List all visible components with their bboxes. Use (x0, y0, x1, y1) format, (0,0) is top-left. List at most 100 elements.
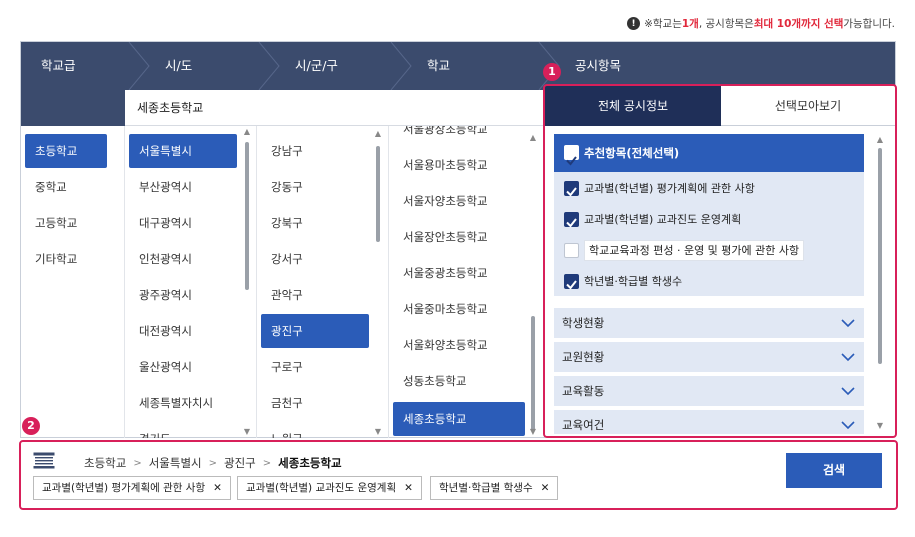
category-student-status[interactable]: 학생현황 (554, 308, 864, 338)
school-item[interactable]: 서울중광초등학교 (393, 256, 525, 290)
school-item[interactable]: 서울자양초등학교 (393, 184, 525, 218)
remove-chip-icon[interactable]: ✕ (213, 482, 222, 494)
chevron-down-icon (841, 421, 855, 430)
category-education-conditions[interactable]: 교육여건 (554, 410, 864, 434)
selected-item-chip: 학년별·학급별 학생수 ✕ (430, 476, 559, 500)
sigungu-item[interactable]: 강동구 (261, 170, 369, 204)
marker-one: 1 (543, 63, 561, 81)
sigungu-item[interactable]: 금천구 (261, 386, 369, 420)
recommended-select-all[interactable]: 추천항목(전체선택) (554, 134, 864, 172)
notice-text: ! ※학교는 1개, 공시항목은 최대 10개까지 선택 가능합니다. (627, 16, 895, 31)
checkbox-checked-icon[interactable] (564, 274, 579, 290)
chevron-right-icon (257, 41, 281, 91)
chevron-down-icon (841, 353, 855, 362)
breadcrumb: 초등학교 > 서울특별시 > 광진구 > 세종초등학교 (84, 455, 342, 471)
scroll-down-icon[interactable]: ▼ (875, 422, 885, 430)
breadcrumb-school: 세종초등학교 (278, 456, 342, 470)
recommended-item[interactable]: 교과별(학년별) 평가계획에 관한 사항 (554, 174, 864, 204)
tab-all-info[interactable]: 전체 공시정보 (545, 86, 721, 126)
school-level-list: 초등학교 중학교 고등학교 기타학교 (21, 126, 125, 438)
header-level: 학교급 (41, 58, 76, 73)
selection-summary: 초등학교 > 서울특별시 > 광진구 > 세종초등학교 교과별(학년별) 평가계… (20, 441, 897, 509)
scroll-down-icon[interactable]: ▼ (242, 428, 252, 436)
breadcrumb-sigungu: 광진구 (224, 456, 256, 470)
checkbox-checked-icon[interactable] (564, 212, 579, 228)
sigungu-item[interactable]: 광진구 (261, 314, 369, 348)
marker-two: 2 (22, 417, 40, 435)
sido-item[interactable]: 서울특별시 (129, 134, 237, 168)
selected-item-chip: 교과별(학년별) 교과진도 운영계획 ✕ (237, 476, 422, 500)
scroll-down-icon[interactable]: ▼ (528, 428, 538, 436)
recommended-item[interactable]: 학교교육과정 편성 · 운영 및 평가에 관한 사항 (554, 236, 864, 266)
remove-chip-icon[interactable]: ✕ (404, 482, 413, 494)
school-scrollbar[interactable] (531, 316, 535, 432)
sigungu-item[interactable]: 구로구 (261, 350, 369, 384)
sido-item[interactable]: 대구광역시 (129, 206, 237, 240)
header-items: 공시항목 (575, 58, 622, 73)
scroll-up-icon[interactable]: ▲ (528, 134, 538, 142)
school-item[interactable]: 서울화양초등학교 (393, 328, 525, 362)
tab-selected-view[interactable]: 선택모아보기 (721, 86, 895, 126)
scroll-down-icon[interactable]: ▼ (373, 428, 383, 436)
recommended-group: 추천항목(전체선택) 교과별(학년별) 평가계획에 관한 사항 교과별(학년별)… (554, 134, 864, 296)
header-sigungu: 시/군/구 (295, 58, 338, 73)
recommended-item[interactable]: 교과별(학년별) 교과진도 운영계획 (554, 205, 864, 235)
search-panel: 학교급 시/도 시/군/구 학교 공시항목 세종초등학교 초등학교 중학교 고등… (20, 41, 898, 438)
category-education-activity[interactable]: 교육활동 (554, 376, 864, 406)
sigungu-item[interactable]: 노원구 (261, 422, 369, 438)
disclosure-items-panel: 전체 공시정보 선택모아보기 추천항목(전체선택) 교과별(학년별) 평가계획에… (545, 86, 898, 438)
sigungu-scrollbar[interactable] (376, 146, 380, 242)
school-item[interactable]: 서울장안초등학교 (393, 220, 525, 254)
breadcrumb-level: 초등학교 (84, 456, 127, 470)
sido-item[interactable]: 대전광역시 (129, 314, 237, 348)
level-item[interactable]: 고등학교 (25, 206, 107, 240)
scroll-up-icon[interactable]: ▲ (242, 128, 252, 136)
header-school: 학교 (427, 58, 451, 73)
remove-chip-icon[interactable]: ✕ (541, 482, 550, 494)
sido-list: 서울특별시 부산광역시 대구광역시 인천광역시 광주광역시 대전광역시 울산광역… (125, 126, 257, 438)
sigungu-item[interactable]: 강남구 (261, 134, 369, 168)
scroll-up-icon[interactable]: ▲ (875, 136, 885, 144)
info-icon: ! (627, 17, 641, 30)
school-item[interactable]: 서울용마초등학교 (393, 148, 525, 182)
school-item[interactable]: 세종초등학교 (393, 402, 525, 436)
chevron-right-icon (389, 41, 413, 91)
sido-item[interactable]: 경기도 (129, 422, 237, 438)
school-name-input[interactable]: 세종초등학교 (125, 90, 545, 126)
items-scrollbar[interactable] (878, 148, 882, 364)
sido-item[interactable]: 광주광역시 (129, 278, 237, 312)
list-icon (33, 452, 55, 469)
school-list: 서울광장초등학교 서울용마초등학교 서울자양초등학교 서울장안초등학교 서울중광… (389, 126, 545, 438)
sido-item[interactable]: 인천광역시 (129, 242, 237, 276)
search-button[interactable]: 검색 (786, 453, 882, 488)
level-item[interactable]: 기타학교 (25, 242, 107, 276)
level-item[interactable]: 중학교 (25, 170, 107, 204)
step-header: 학교급 시/도 시/군/구 학교 공시항목 (21, 41, 895, 91)
recommended-item[interactable]: 학년별·학급별 학생수 (554, 267, 864, 297)
category-teacher-status[interactable]: 교원현황 (554, 342, 864, 372)
chevron-right-icon (127, 41, 151, 91)
sido-scrollbar[interactable] (245, 142, 249, 290)
breadcrumb-sido: 서울특별시 (148, 456, 202, 470)
chevron-right-icon: > (208, 457, 218, 469)
level-item[interactable]: 초등학교 (25, 134, 107, 168)
disclosure-item-list: 추천항목(전체선택) 교과별(학년별) 평가계획에 관한 사항 교과별(학년별)… (554, 134, 864, 434)
sido-item[interactable]: 부산광역시 (129, 170, 237, 204)
school-item[interactable]: 성동초등학교 (393, 364, 525, 398)
sido-item[interactable]: 세종특별자치시 (129, 386, 237, 420)
header-sido: 시/도 (165, 58, 193, 73)
chevron-right-icon: > (262, 457, 272, 469)
chevron-down-icon (841, 387, 855, 396)
sigungu-item[interactable]: 관악구 (261, 278, 369, 312)
checkbox-checked-icon[interactable] (564, 181, 579, 197)
checkbox-checked-icon[interactable] (564, 145, 579, 166)
sigungu-list: 강남구 강동구 강북구 강서구 관악구 광진구 구로구 금천구 노원구 ▲ ▼ (257, 126, 389, 438)
sigungu-item[interactable]: 강서구 (261, 242, 369, 276)
scroll-up-icon[interactable]: ▲ (373, 130, 383, 138)
sido-item[interactable]: 울산광역시 (129, 350, 237, 384)
sigungu-item[interactable]: 강북구 (261, 206, 369, 240)
school-item[interactable]: 서울중마초등학교 (393, 292, 525, 326)
checkbox-unchecked-icon[interactable] (564, 243, 579, 258)
school-item[interactable]: 서울광장초등학교 (393, 126, 525, 146)
chevron-right-icon: > (133, 457, 142, 469)
